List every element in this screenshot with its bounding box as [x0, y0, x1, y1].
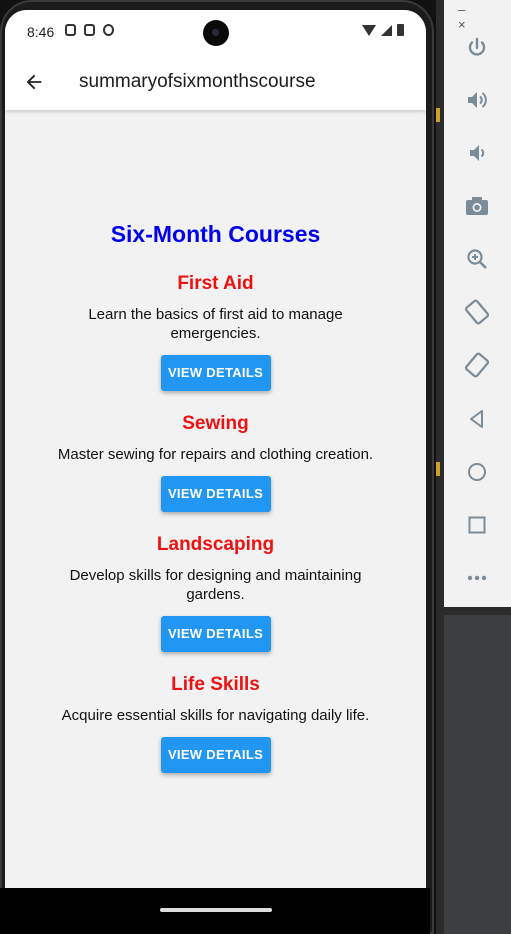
phone-device: 8:46 summaryofsixmonthscourse Six-Month …: [0, 0, 436, 934]
volume-up-icon[interactable]: [463, 86, 491, 114]
record-icon: [103, 24, 114, 36]
sd-card-icon: [84, 24, 95, 36]
app-bar-title: summaryofsixmonthscourse: [79, 71, 316, 92]
course-description: Acquire essential skills for navigating …: [61, 707, 370, 724]
overview-icon[interactable]: [463, 511, 491, 539]
status-bar: 8:46: [5, 10, 426, 54]
wifi-icon: [362, 25, 376, 36]
view-details-button[interactable]: VIEW DETAILS: [160, 476, 271, 512]
ide-panel: [444, 615, 511, 934]
status-time: 8:46: [27, 24, 55, 40]
status-icons: [65, 24, 114, 36]
app-bar: summaryofsixmonthscourse: [5, 54, 426, 110]
shield-icon: [65, 24, 76, 36]
camera-icon[interactable]: [463, 192, 491, 220]
window-controls: – ×: [458, 2, 511, 32]
phone-screen: 8:46 summaryofsixmonthscourse Six-Month …: [5, 10, 426, 900]
view-details-button[interactable]: VIEW DETAILS: [160, 616, 271, 652]
course-card-landscaping: Landscaping Develop skills for designing…: [5, 534, 426, 652]
course-title: Landscaping: [156, 534, 275, 555]
course-card-first-aid: First Aid Learn the basics of first aid …: [5, 273, 426, 391]
course-title: Life Skills: [171, 674, 260, 695]
power-icon[interactable]: [463, 34, 491, 62]
ide-marker: [436, 108, 440, 122]
course-list: Six-Month Courses First Aid Learn the ba…: [5, 110, 426, 890]
zoom-icon[interactable]: [463, 245, 491, 273]
minimize-button[interactable]: –: [458, 2, 465, 17]
course-title: Sewing: [182, 413, 249, 434]
cellular-icon: [381, 25, 392, 36]
view-details-button[interactable]: VIEW DETAILS: [160, 355, 271, 391]
status-right-icons: [362, 24, 404, 36]
battery-icon: [397, 24, 404, 36]
course-description: Master sewing for repairs and clothing c…: [57, 446, 374, 463]
back-icon[interactable]: [463, 405, 491, 433]
home-gesture-pill[interactable]: [160, 908, 272, 912]
volume-down-icon[interactable]: [463, 139, 491, 167]
course-title: First Aid: [177, 273, 254, 294]
gesture-nav-bar: [0, 888, 430, 934]
back-arrow-icon[interactable]: [23, 71, 45, 93]
home-icon[interactable]: [463, 458, 491, 486]
front-camera: [203, 20, 229, 46]
view-details-button[interactable]: VIEW DETAILS: [160, 737, 271, 773]
course-card-life-skills: Life Skills Acquire essential skills for…: [5, 674, 426, 773]
course-description: Learn the basics of first aid to manage …: [88, 306, 343, 342]
rotate-right-icon[interactable]: [463, 351, 491, 379]
page-heading: Six-Month Courses: [110, 221, 321, 247]
close-window-button[interactable]: ×: [458, 17, 466, 32]
course-card-sewing: Sewing Master sewing for repairs and clo…: [5, 413, 426, 512]
rotate-left-icon[interactable]: [463, 298, 491, 326]
more-icon[interactable]: [463, 564, 491, 592]
course-description: Develop skills for designing and maintai…: [69, 567, 362, 603]
ide-marker: [436, 462, 440, 476]
emulator-toolbar: – ×: [444, 0, 511, 607]
